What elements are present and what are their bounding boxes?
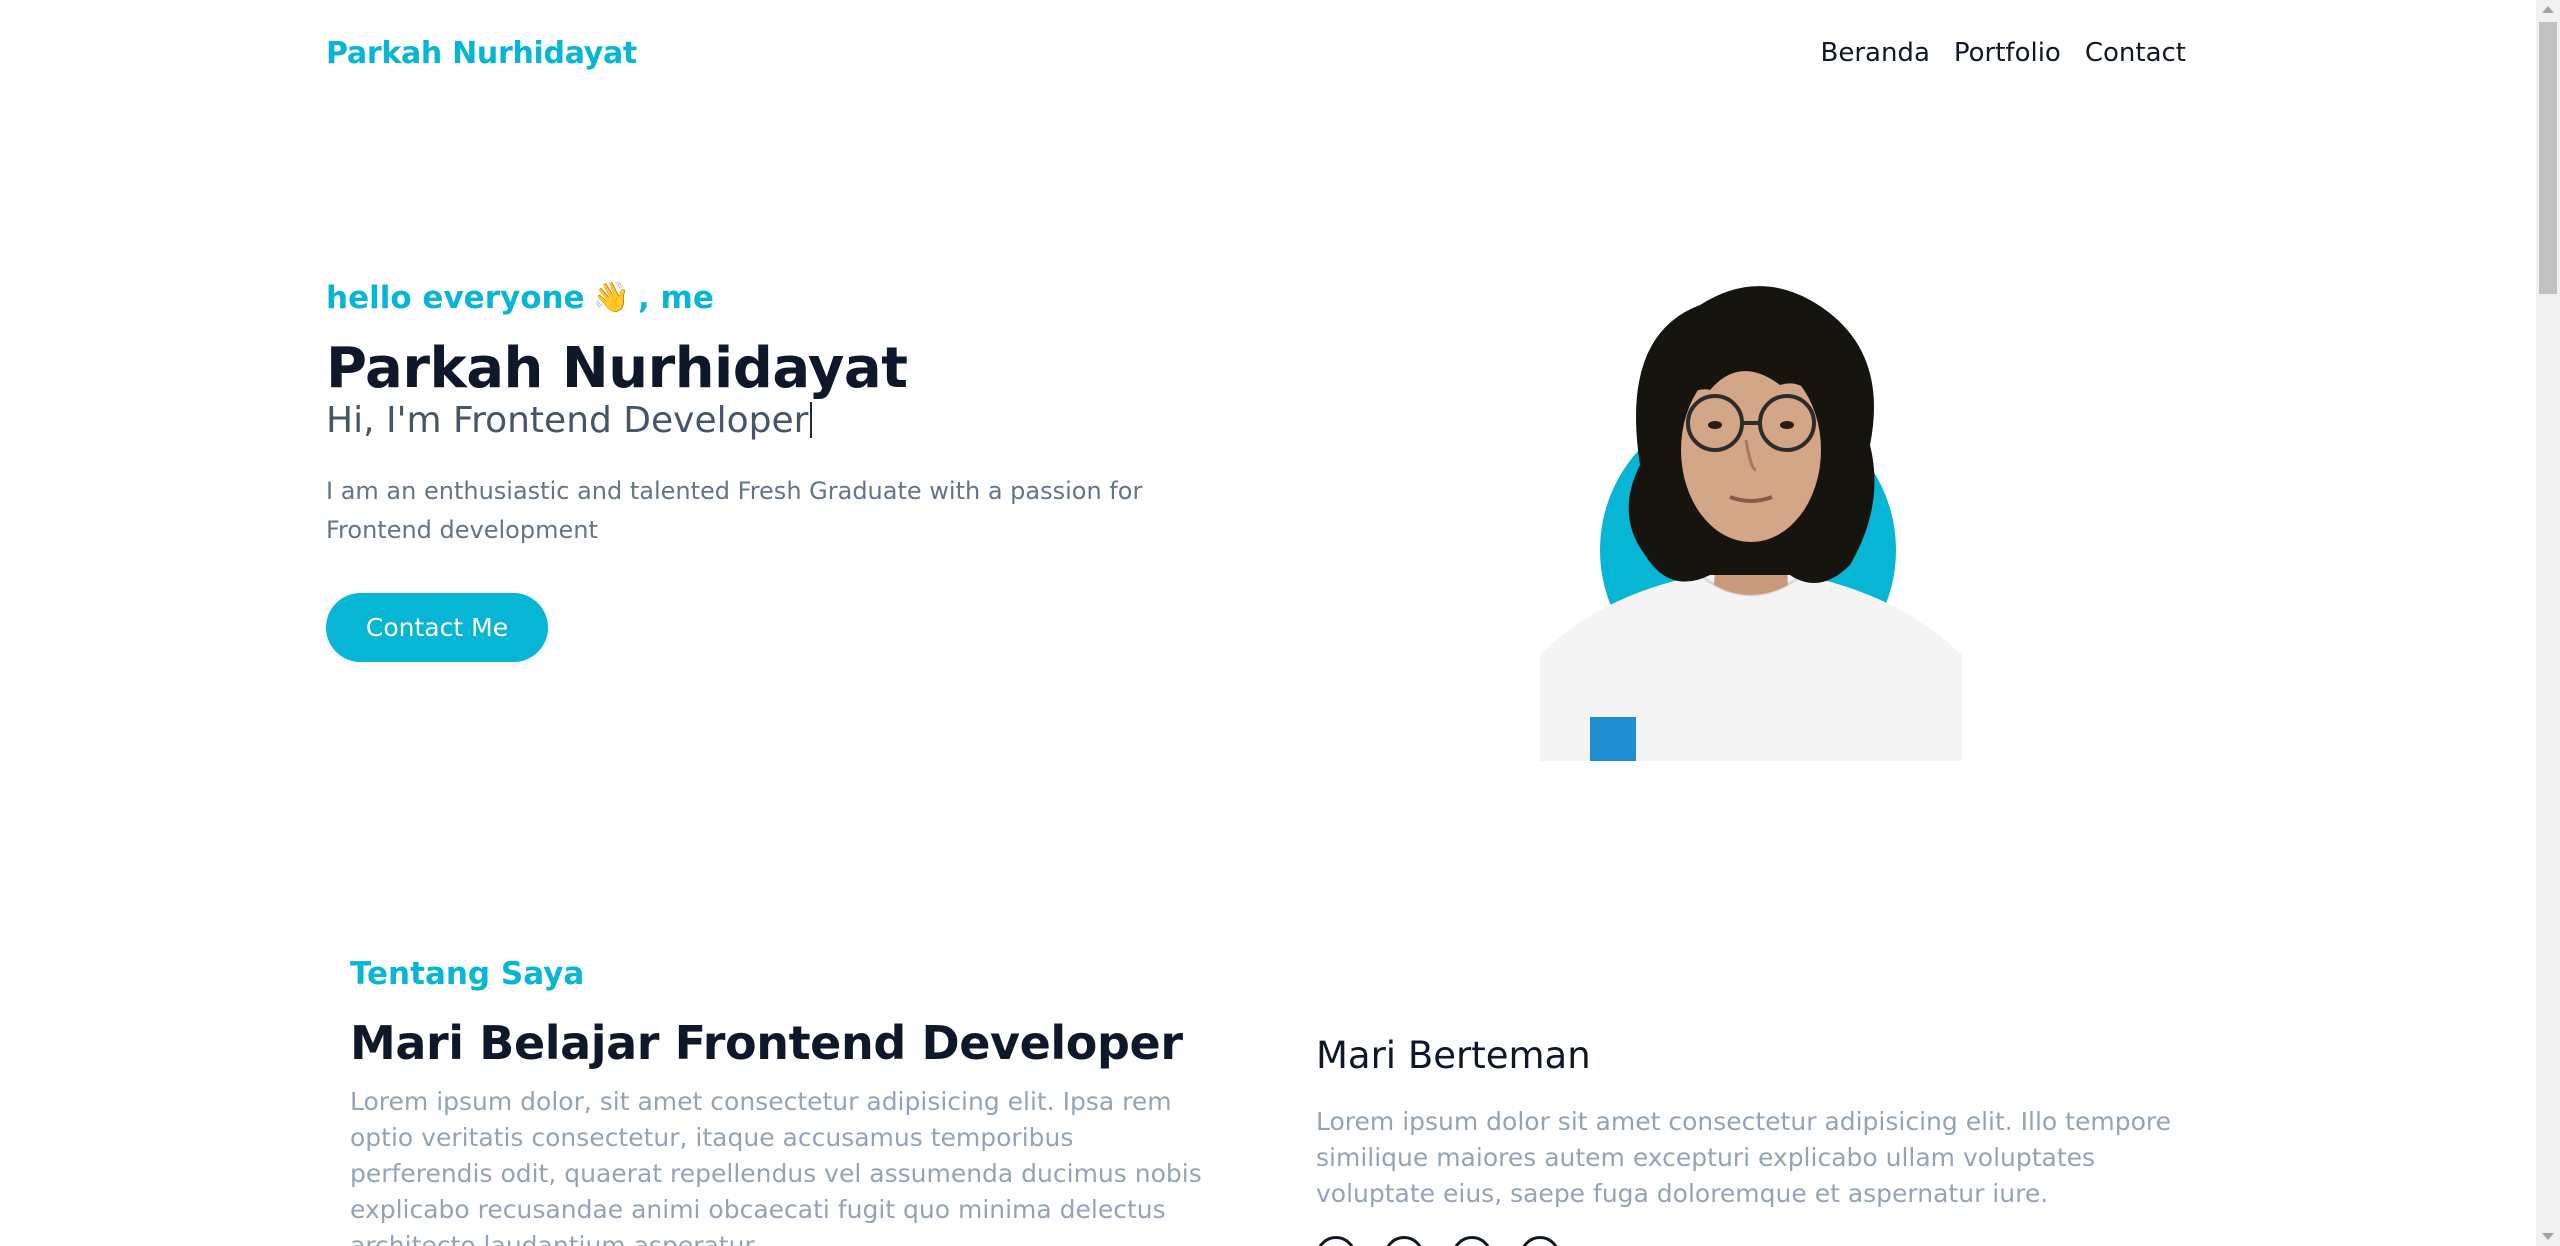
greeting-suffix: , me [637, 280, 714, 316]
hero-name: Parkah Nurhidayat [326, 336, 908, 401]
greeting-text: hello everyone [326, 280, 585, 316]
hero-description: I am an enthusiastic and talented Fresh … [326, 477, 1143, 544]
github-icon[interactable] [1316, 1236, 1356, 1246]
hero-role-text: Hi, I'm Frontend Developer [326, 400, 809, 441]
facebook-icon[interactable] [1520, 1236, 1560, 1246]
nav-item-beranda[interactable]: Beranda [1821, 38, 1930, 68]
contact-me-button[interactable]: Contact Me [326, 593, 548, 662]
profile-photo [1540, 275, 1962, 761]
hero-greeting: hello everyone 👋 , me [326, 280, 714, 316]
friends-body: Lorem ipsum dolor sit amet consectetur a… [1316, 1107, 2171, 1208]
about-title: Mari Belajar Frontend Developer [350, 1016, 1183, 1070]
social-links [1316, 1236, 1560, 1246]
page: Parkah Nurhidayat Beranda Portfolio Cont… [0, 0, 2560, 1246]
brand-logo[interactable]: Parkah Nurhidayat [326, 36, 637, 71]
youtube-icon[interactable] [1452, 1236, 1492, 1246]
friends-title: Mari Berteman [1316, 1034, 1591, 1077]
scroll-up-icon[interactable] [2542, 6, 2554, 13]
about-kicker: Tentang Saya [350, 956, 585, 992]
about-body: Lorem ipsum dolor, sit amet consectetur … [350, 1087, 1202, 1246]
main-nav: Beranda Portfolio Contact [1821, 38, 2187, 68]
hero-role: Hi, I'm Frontend Developer [326, 400, 813, 441]
nav-item-portfolio[interactable]: Portfolio [1954, 38, 2061, 68]
scrollbar-thumb[interactable] [2539, 22, 2557, 294]
waving-hand-icon: 👋 [592, 280, 630, 315]
page-scrollbar[interactable] [2536, 0, 2560, 1246]
scroll-down-icon[interactable] [2542, 1233, 2554, 1240]
instagram-icon[interactable] [1384, 1236, 1424, 1246]
nav-item-contact[interactable]: Contact [2085, 38, 2186, 68]
typing-caret [810, 402, 813, 438]
